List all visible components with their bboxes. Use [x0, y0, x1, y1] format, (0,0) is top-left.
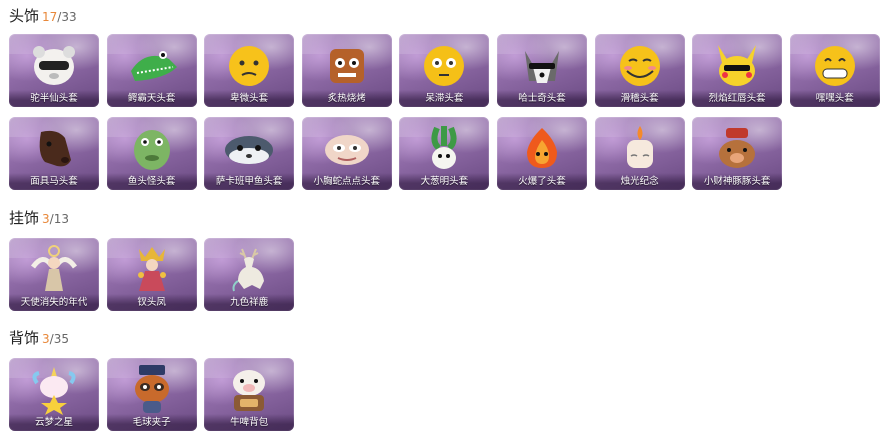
- total-count: /13: [49, 212, 69, 226]
- accessory-label: 小胸蛇点点头套: [301, 173, 392, 190]
- section-count: 3/35: [42, 332, 69, 346]
- accessory-card[interactable]: 鱼头怪头套: [106, 117, 197, 190]
- section-name: 头饰: [9, 7, 40, 25]
- accessory-card[interactable]: 天使消失的年代: [9, 238, 99, 311]
- headwear-grid: 驼半仙头套 鳄霸天头套 卑微头套 炙热烧烤 呆滞头套 哈士奇头套 滑稽头套 烈焰红唇头套 嘿嘿头…: [9, 34, 889, 200]
- accessory-label: 火爆了头套: [497, 173, 587, 190]
- accessory-card[interactable]: 萨卡班甲鱼头套: [204, 117, 295, 190]
- section-name: 背饰: [9, 329, 40, 347]
- accessory-card[interactable]: 大葱明头套: [399, 117, 490, 190]
- section-title-headwear: 头饰 17/33: [9, 6, 77, 26]
- accessory-label: 云梦之星: [9, 414, 99, 431]
- hanging-grid: 天使消失的年代 钗头凤 九色祥鹿: [9, 238, 889, 321]
- cow-backpack-icon: [220, 364, 278, 414]
- owned-count: 17: [42, 10, 58, 24]
- accessory-label: 驼半仙头套: [9, 90, 99, 107]
- owned-count: 3: [42, 332, 50, 346]
- section-count: 17/33: [42, 10, 77, 24]
- accessory-card[interactable]: 哈士奇头套: [497, 34, 587, 107]
- accessory-label: 滑稽头套: [594, 90, 685, 107]
- accessory-label: 钗头凤: [106, 294, 197, 311]
- accessory-label: 烛光纪念: [594, 173, 685, 190]
- accessory-card[interactable]: 钗头凤: [106, 238, 197, 311]
- accessory-label: 卑微头套: [204, 90, 295, 107]
- section-title-back: 背饰 3/35: [9, 328, 69, 348]
- accessory-card[interactable]: 鳄霸天头套: [106, 34, 197, 107]
- fish-head-icon: [123, 123, 181, 173]
- snake-head-icon: [318, 123, 376, 173]
- accessory-label: 哈士奇头套: [497, 90, 587, 107]
- accessory-card[interactable]: 面具马头套: [9, 117, 99, 190]
- dazed-emoji-icon: [415, 40, 473, 90]
- accessory-card[interactable]: 烛光纪念: [594, 117, 685, 190]
- husky-head-icon: [513, 40, 571, 90]
- section-count: 3/13: [42, 212, 69, 226]
- deer-figure-icon: [220, 244, 278, 294]
- pikachu-head-icon: [708, 40, 766, 90]
- phoenix-figure-icon: [123, 244, 181, 294]
- accessory-card[interactable]: 烈焰红唇头套: [692, 34, 783, 107]
- accessory-label: 天使消失的年代: [9, 294, 99, 311]
- accessory-label: 九色祥鹿: [204, 294, 295, 311]
- back-grid: 云梦之星 毛球夹子 牛啤背包: [9, 358, 889, 441]
- raccoon-clip-icon: [123, 364, 181, 414]
- candle-head-icon: [611, 123, 669, 173]
- accessory-card[interactable]: 火爆了头套: [497, 117, 587, 190]
- accessory-label: 烈焰红唇头套: [692, 90, 783, 107]
- bok-choy-head-icon: [415, 123, 473, 173]
- crocodile-head-icon: [123, 40, 181, 90]
- accessory-card[interactable]: 云梦之星: [9, 358, 99, 431]
- accessory-label: 小财神豚豚头套: [692, 173, 783, 190]
- accessory-label: 嘿嘿头套: [789, 90, 880, 107]
- total-count: /33: [57, 10, 77, 24]
- accessory-card[interactable]: 驼半仙头套: [9, 34, 99, 107]
- section-title-hanging: 挂饰 3/13: [9, 208, 69, 228]
- horse-head-icon: [25, 123, 83, 173]
- accessory-label: 大葱明头套: [399, 173, 490, 190]
- funny-emoji-icon: [611, 40, 669, 90]
- accessory-label: 面具马头套: [9, 173, 99, 190]
- accessory-card[interactable]: 九色祥鹿: [204, 238, 295, 311]
- accessory-card[interactable]: 毛球夹子: [106, 358, 197, 431]
- accessory-label: 萨卡班甲鱼头套: [204, 173, 295, 190]
- accessory-card[interactable]: 卑微头套: [204, 34, 295, 107]
- accessory-label: 毛球夹子: [106, 414, 197, 431]
- accessory-label: 呆滞头套: [399, 90, 490, 107]
- total-count: /35: [49, 332, 69, 346]
- pig-head-icon: [708, 123, 766, 173]
- owned-count: 3: [42, 212, 50, 226]
- accessory-card[interactable]: 小财神豚豚头套: [692, 117, 783, 190]
- unicorn-star-icon: [25, 364, 83, 415]
- panda-head-icon: [25, 40, 83, 90]
- sacabambaspis-head-icon: [220, 123, 278, 173]
- accessory-card[interactable]: 滑稽头套: [594, 34, 685, 107]
- fire-head-icon: [513, 123, 571, 173]
- grin-emoji-icon: [806, 40, 864, 90]
- accessory-label: 炙热烧烤: [301, 90, 392, 107]
- accessory-label: 鳄霸天头套: [106, 90, 197, 107]
- accessory-card[interactable]: 呆滞头套: [399, 34, 490, 107]
- accessory-card[interactable]: 牛啤背包: [204, 358, 295, 431]
- accessory-label: 鱼头怪头套: [106, 173, 197, 190]
- accessory-label: 牛啤背包: [204, 414, 295, 431]
- toast-head-icon: [318, 40, 376, 90]
- accessory-card[interactable]: 炙热烧烤: [301, 34, 392, 107]
- accessory-card[interactable]: 小胸蛇点点头套: [301, 117, 392, 190]
- angel-figure-icon: [25, 244, 83, 294]
- section-name: 挂饰: [9, 209, 40, 227]
- accessory-card[interactable]: 嘿嘿头套: [789, 34, 880, 107]
- humble-emoji-icon: [220, 40, 278, 90]
